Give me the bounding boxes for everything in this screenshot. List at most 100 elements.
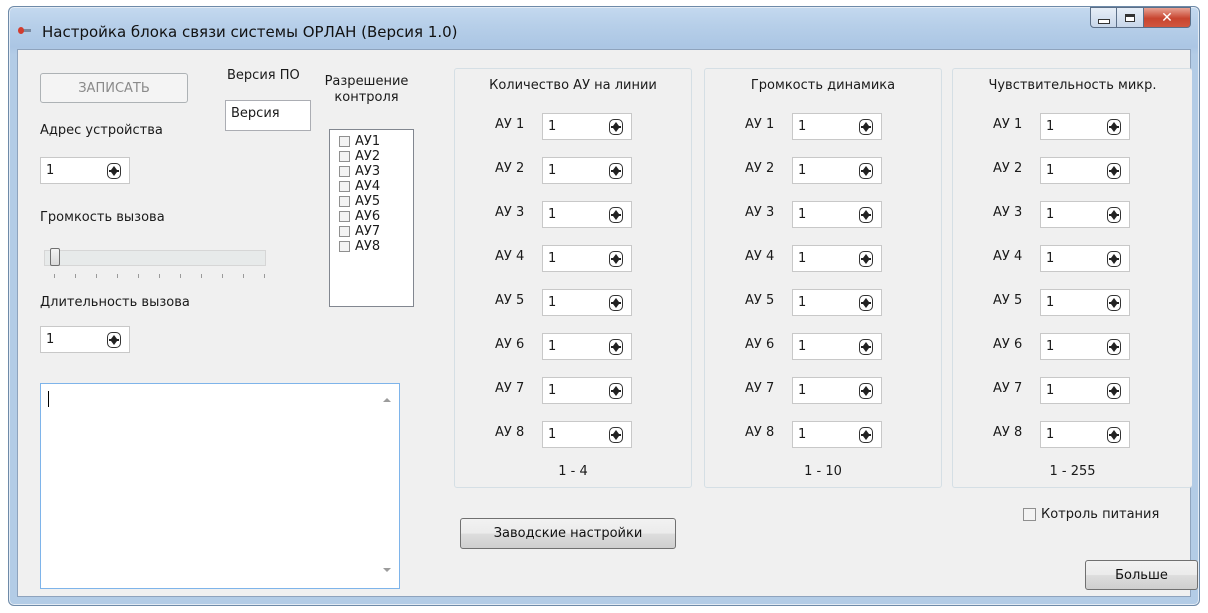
value-spinner[interactable]: 1 [792, 245, 882, 272]
slider-tick [75, 274, 76, 278]
spin-updown-icon[interactable] [1107, 383, 1121, 399]
checkbox-label: АУ8 [355, 239, 381, 254]
call-volume-slider-thumb[interactable] [50, 248, 60, 266]
spin-updown-icon[interactable] [609, 119, 623, 135]
value-spinner[interactable]: 1 [1040, 201, 1130, 228]
scroll-up-arrow-icon[interactable] [383, 398, 391, 402]
value-spinner[interactable]: 1 [1040, 377, 1130, 404]
spin-updown-icon[interactable] [609, 383, 623, 399]
spin-updown-icon[interactable] [859, 251, 873, 267]
row-label: АУ 2 [993, 161, 1023, 176]
value-spinner[interactable]: 1 [792, 113, 882, 140]
spin-updown-icon[interactable] [1107, 339, 1121, 355]
value-spinner[interactable]: 1 [792, 289, 882, 316]
spin-updown-icon[interactable] [609, 251, 623, 267]
spin-updown-icon[interactable] [1107, 207, 1121, 223]
spin-updown-icon[interactable] [609, 207, 623, 223]
call-duration-spinner[interactable]: 1 [40, 326, 130, 353]
checkbox[interactable] [339, 181, 350, 192]
value-spinner[interactable]: 1 [1040, 333, 1130, 360]
spin-updown-icon[interactable] [859, 339, 873, 355]
checkbox-item[interactable]: АУ5 [339, 194, 380, 209]
value-spinner[interactable]: 1 [542, 377, 632, 404]
checkbox-item[interactable]: АУ4 [339, 179, 380, 194]
spinner-value: 1 [1046, 295, 1055, 310]
spin-updown-icon[interactable] [859, 295, 873, 311]
spin-updown-icon[interactable] [1107, 119, 1121, 135]
close-button[interactable]: ✕ [1144, 7, 1191, 28]
value-spinner[interactable]: 1 [542, 421, 632, 448]
spin-updown-icon[interactable] [859, 119, 873, 135]
value-spinner[interactable]: 1 [792, 201, 882, 228]
spin-updown-icon[interactable] [107, 163, 121, 179]
value-spinner[interactable]: 1 [1040, 245, 1130, 272]
spin-updown-icon[interactable] [107, 332, 121, 348]
checkbox-item[interactable]: АУ3 [339, 164, 380, 179]
version-field[interactable]: Версия [225, 100, 311, 131]
checkbox[interactable] [1023, 508, 1036, 521]
spin-updown-icon[interactable] [859, 207, 873, 223]
checkbox[interactable] [339, 151, 350, 162]
value-spinner[interactable]: 1 [542, 157, 632, 184]
row-label: АУ 1 [993, 117, 1023, 132]
value-spinner[interactable]: 1 [542, 333, 632, 360]
minimize-button[interactable] [1090, 7, 1117, 28]
spin-updown-icon[interactable] [859, 383, 873, 399]
value-spinner[interactable]: 1 [792, 377, 882, 404]
value-spinner[interactable]: 1 [542, 201, 632, 228]
slider-tick [264, 274, 265, 278]
spinner-value: 1 [1046, 251, 1055, 266]
factory-settings-button[interactable]: Заводские настройки [460, 518, 676, 549]
value-spinner[interactable]: 1 [542, 113, 632, 140]
spin-updown-icon[interactable] [859, 163, 873, 179]
more-button[interactable]: Больше [1085, 560, 1198, 590]
write-button[interactable]: ЗАПИСАТЬ [40, 73, 188, 103]
spin-updown-icon[interactable] [609, 427, 623, 443]
value-spinner[interactable]: 1 [542, 245, 632, 272]
checkbox-item[interactable]: АУ8 [339, 239, 380, 254]
scroll-down-arrow-icon[interactable] [383, 568, 391, 572]
value-spinner[interactable]: 1 [1040, 157, 1130, 184]
maximize-button[interactable] [1117, 7, 1144, 28]
power-control-label: Котроль питания [1041, 507, 1160, 522]
spinner-value: 1 [798, 427, 807, 442]
checkbox-item[interactable]: АУ7 [339, 224, 380, 239]
value-spinner[interactable]: 1 [1040, 421, 1130, 448]
checkbox-item[interactable]: АУ6 [339, 209, 380, 224]
call-volume-slider-track[interactable] [44, 250, 266, 266]
log-textarea[interactable] [40, 383, 400, 589]
row-label: АУ 5 [745, 293, 775, 308]
spin-updown-icon[interactable] [609, 295, 623, 311]
client-area: ЗАПИСАТЬ Адрес устройства 1 Громкость вы… [17, 49, 1198, 597]
power-control-checkbox[interactable]: Котроль питания [1023, 507, 1159, 522]
spin-updown-icon[interactable] [1107, 295, 1121, 311]
spin-updown-icon[interactable] [1107, 163, 1121, 179]
value-spinner[interactable]: 1 [792, 157, 882, 184]
value-spinner[interactable]: 1 [1040, 289, 1130, 316]
checkbox-label: АУ4 [355, 179, 381, 194]
checkbox[interactable] [339, 241, 350, 252]
checkbox-item[interactable]: АУ2 [339, 149, 380, 164]
value-spinner[interactable]: 1 [542, 289, 632, 316]
spinner-value: 1 [798, 383, 807, 398]
row-label: АУ 7 [495, 381, 525, 396]
checkbox-item[interactable]: АУ1 [339, 134, 380, 149]
checkbox[interactable] [339, 166, 350, 177]
checkbox[interactable] [339, 211, 350, 222]
spin-updown-icon[interactable] [1107, 427, 1121, 443]
spin-updown-icon[interactable] [859, 427, 873, 443]
row-label: АУ 4 [745, 249, 775, 264]
checkbox[interactable] [339, 196, 350, 207]
checkbox[interactable] [339, 226, 350, 237]
spin-updown-icon[interactable] [1107, 251, 1121, 267]
address-spinner[interactable]: 1 [40, 157, 130, 184]
value-spinner[interactable]: 1 [1040, 113, 1130, 140]
row-label: АУ 6 [745, 337, 775, 352]
checkbox[interactable] [339, 136, 350, 147]
spin-updown-icon[interactable] [609, 163, 623, 179]
row-label: АУ 8 [745, 425, 775, 440]
value-spinner[interactable]: 1 [792, 421, 882, 448]
spinner-value: 1 [1046, 119, 1055, 134]
value-spinner[interactable]: 1 [792, 333, 882, 360]
spin-updown-icon[interactable] [609, 339, 623, 355]
